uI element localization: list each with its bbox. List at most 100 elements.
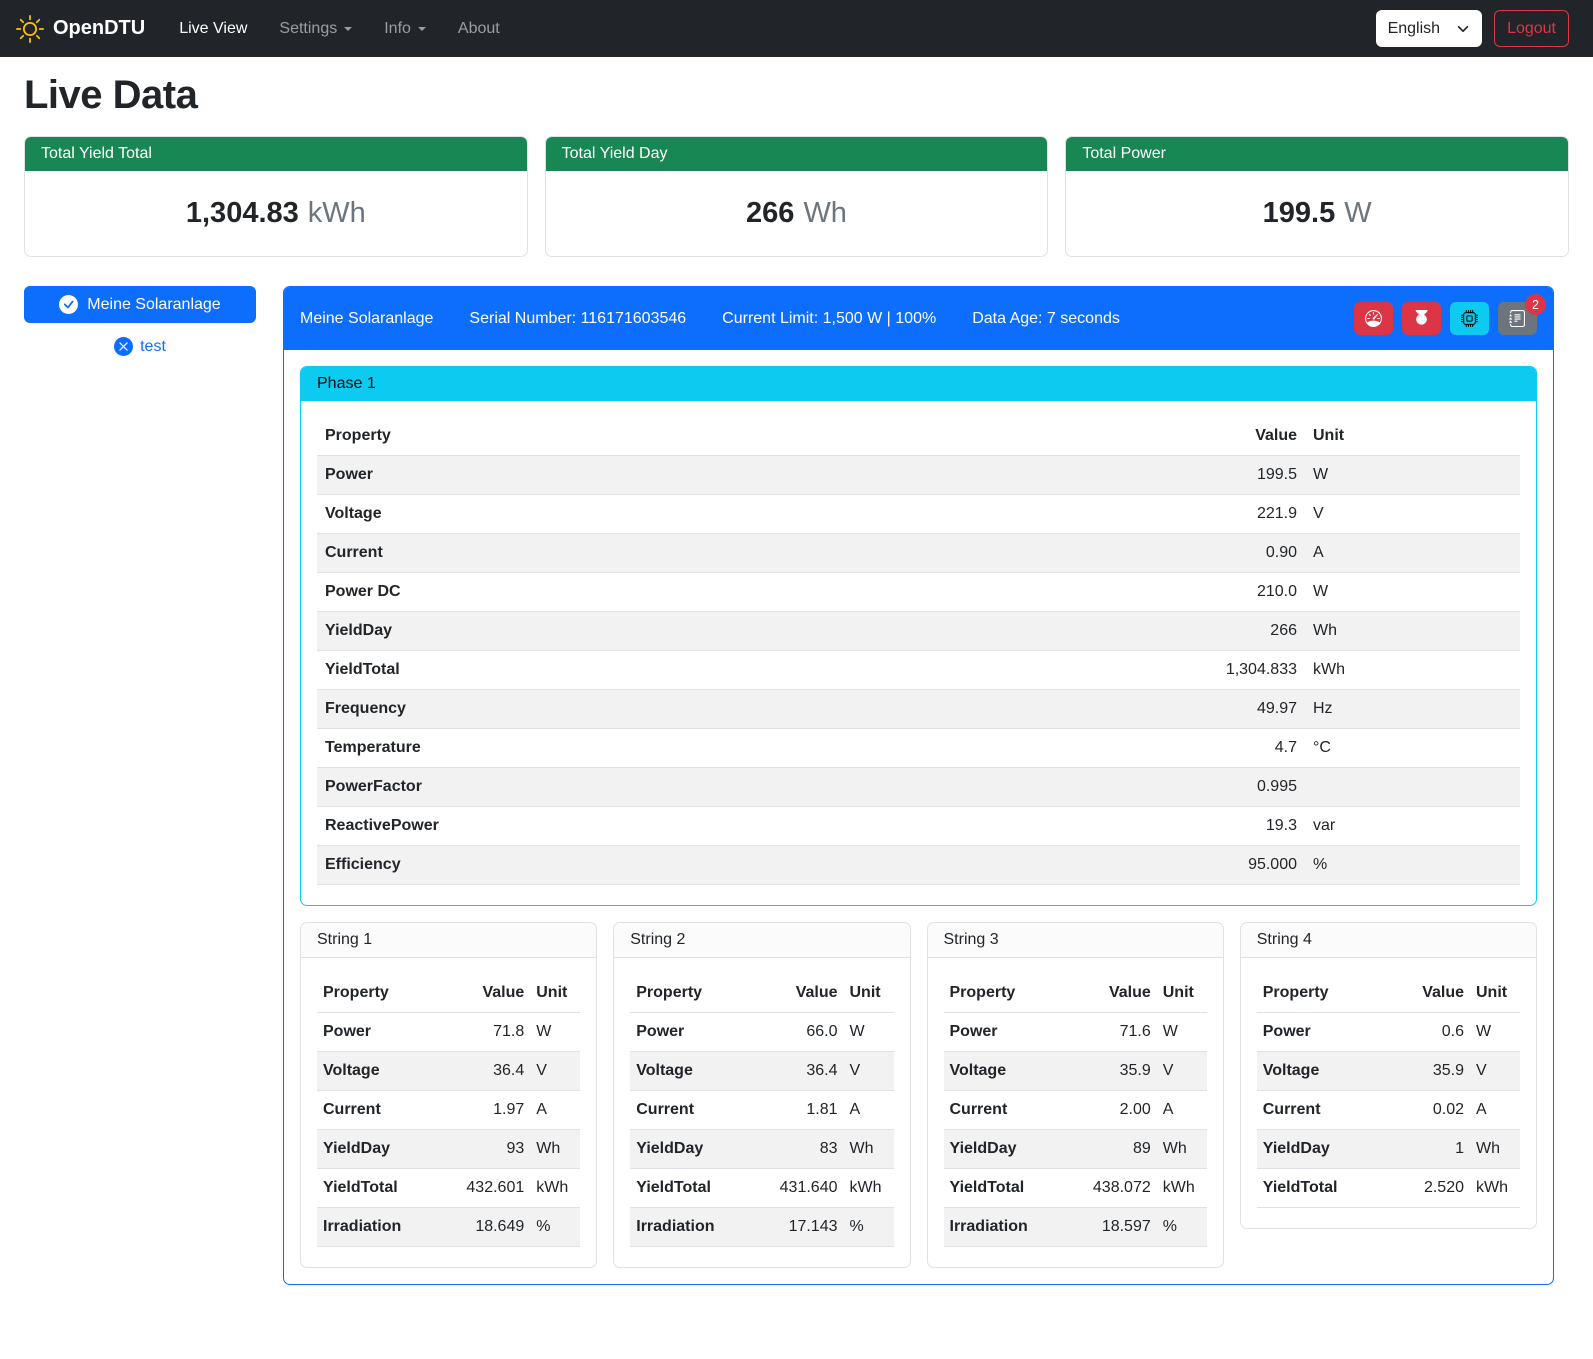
nav-item-settings[interactable]: Settings bbox=[263, 12, 368, 46]
value-cell: 1.81 bbox=[750, 1091, 843, 1130]
nav-item-label: About bbox=[458, 20, 500, 38]
inverter-link-label: test bbox=[140, 338, 166, 356]
string-table: Property Value Unit Power66.0WVoltage36.… bbox=[630, 974, 893, 1247]
sun-icon bbox=[16, 15, 44, 43]
table-row: YieldTotal432.601kWh bbox=[317, 1169, 580, 1208]
summary-card-body: 199.5W bbox=[1066, 171, 1568, 256]
inverter-toolbar: 2 bbox=[1354, 302, 1537, 335]
cpu-icon bbox=[1461, 310, 1478, 327]
value-cell: 1 bbox=[1388, 1130, 1470, 1169]
column-header-property: Property bbox=[630, 974, 750, 1013]
property-cell: Irradiation bbox=[317, 1208, 437, 1247]
power-settings-button[interactable] bbox=[1402, 302, 1441, 335]
language-select[interactable]: English bbox=[1376, 10, 1482, 47]
unit-cell: kWh bbox=[1470, 1169, 1520, 1208]
property-cell: Power bbox=[944, 1013, 1064, 1052]
top-navbar: OpenDTU Live View Settings Info About En… bbox=[0, 0, 1593, 57]
property-cell: Voltage bbox=[317, 1052, 437, 1091]
property-cell: PowerFactor bbox=[317, 768, 908, 807]
property-cell: Power bbox=[1257, 1013, 1389, 1052]
unit-cell: A bbox=[1470, 1091, 1520, 1130]
table-row: Power DC210.0W bbox=[317, 573, 1520, 612]
table-row: Power71.6W bbox=[944, 1013, 1207, 1052]
inverter-panel-body: Phase 1 Property Value Unit Power199.5WV… bbox=[284, 350, 1553, 1284]
property-cell: Temperature bbox=[317, 729, 908, 768]
summary-card-value: 1,304.83 bbox=[186, 197, 299, 229]
property-cell: YieldDay bbox=[1257, 1130, 1389, 1169]
phase-table: Property Value Unit Power199.5WVoltage22… bbox=[317, 417, 1520, 885]
column-header-property: Property bbox=[317, 974, 437, 1013]
value-cell: 71.6 bbox=[1064, 1013, 1157, 1052]
dropdown-caret-icon bbox=[418, 27, 426, 31]
table-header-row: Property Value Unit bbox=[630, 974, 893, 1013]
event-log-button[interactable]: 2 bbox=[1498, 302, 1537, 335]
string-card-body: Property Value Unit Power71.8WVoltage36.… bbox=[301, 958, 596, 1267]
table-row: YieldDay266Wh bbox=[317, 612, 1520, 651]
column-header-value: Value bbox=[1388, 974, 1470, 1013]
summary-card-title: Total Yield Total bbox=[25, 137, 527, 171]
property-cell: YieldDay bbox=[317, 612, 908, 651]
inverter-button-selected[interactable]: Meine Solaranlage bbox=[24, 286, 256, 323]
table-row: Current1.97A bbox=[317, 1091, 580, 1130]
value-cell: 0.6 bbox=[1388, 1013, 1470, 1052]
page-title: Live Data bbox=[24, 73, 1569, 118]
table-row: Temperature4.7°C bbox=[317, 729, 1520, 768]
table-row: Voltage35.9V bbox=[1257, 1052, 1520, 1091]
brand-label: OpenDTU bbox=[53, 17, 145, 40]
inverter-button-label: Meine Solaranlage bbox=[87, 296, 220, 314]
table-row: PowerFactor0.995 bbox=[317, 768, 1520, 807]
table-row: Irradiation17.143% bbox=[630, 1208, 893, 1247]
property-cell: Power DC bbox=[317, 573, 908, 612]
property-cell: Power bbox=[317, 1013, 437, 1052]
value-cell: 93 bbox=[437, 1130, 530, 1169]
table-row: Irradiation18.649% bbox=[317, 1208, 580, 1247]
summary-card-unit: W bbox=[1344, 197, 1371, 229]
speedometer-icon bbox=[1365, 310, 1382, 327]
inverter-data-age: Data Age: 7 seconds bbox=[972, 310, 1120, 328]
value-cell: 438.072 bbox=[1064, 1169, 1157, 1208]
property-cell: YieldTotal bbox=[1257, 1169, 1389, 1208]
unit-cell: A bbox=[1305, 534, 1520, 573]
value-cell: 210.0 bbox=[908, 573, 1305, 612]
unit-cell: var bbox=[1305, 807, 1520, 846]
inverter-link-test[interactable]: test bbox=[24, 337, 256, 356]
unit-cell: % bbox=[1305, 846, 1520, 885]
value-cell: 4.7 bbox=[908, 729, 1305, 768]
unit-cell: W bbox=[1157, 1013, 1207, 1052]
summary-card-value: 199.5 bbox=[1263, 197, 1336, 229]
event-count-badge: 2 bbox=[1525, 294, 1546, 315]
value-cell: 431.640 bbox=[750, 1169, 843, 1208]
inverter-panel: Meine Solaranlage Serial Number: 1161716… bbox=[283, 286, 1554, 1285]
value-cell: 17.143 bbox=[750, 1208, 843, 1247]
value-cell: 432.601 bbox=[437, 1169, 530, 1208]
nav-item-label: Live View bbox=[179, 20, 247, 38]
nav-links: Live View Settings Info About bbox=[163, 12, 1375, 46]
summary-card-value: 266 bbox=[746, 197, 794, 229]
nav-item-live-view[interactable]: Live View bbox=[163, 12, 263, 46]
phase-card: Phase 1 Property Value Unit Power199.5WV… bbox=[300, 366, 1537, 906]
property-cell: Voltage bbox=[630, 1052, 750, 1091]
nav-item-about[interactable]: About bbox=[442, 12, 516, 46]
device-info-button[interactable] bbox=[1450, 302, 1489, 335]
string-card-title: String 4 bbox=[1241, 923, 1536, 958]
string-card-body: Property Value Unit Power66.0WVoltage36.… bbox=[614, 958, 909, 1267]
value-cell: 2.520 bbox=[1388, 1169, 1470, 1208]
unit-cell: Hz bbox=[1305, 690, 1520, 729]
value-cell: 49.97 bbox=[908, 690, 1305, 729]
limit-settings-button[interactable] bbox=[1354, 302, 1393, 335]
unit-cell: kWh bbox=[844, 1169, 894, 1208]
table-row: Voltage36.4V bbox=[630, 1052, 893, 1091]
property-cell: YieldTotal bbox=[944, 1169, 1064, 1208]
column-header-unit: Unit bbox=[844, 974, 894, 1013]
table-row: Current1.81A bbox=[630, 1091, 893, 1130]
table-row: Power199.5W bbox=[317, 456, 1520, 495]
nav-item-label: Settings bbox=[279, 20, 337, 38]
language-select-value: English bbox=[1388, 20, 1440, 38]
column-header-unit: Unit bbox=[530, 974, 580, 1013]
property-cell: YieldDay bbox=[944, 1130, 1064, 1169]
nav-item-info[interactable]: Info bbox=[368, 12, 442, 46]
property-cell: Current bbox=[630, 1091, 750, 1130]
brand[interactable]: OpenDTU bbox=[16, 15, 145, 43]
logout-button[interactable]: Logout bbox=[1494, 10, 1569, 47]
unit-cell: % bbox=[530, 1208, 580, 1247]
